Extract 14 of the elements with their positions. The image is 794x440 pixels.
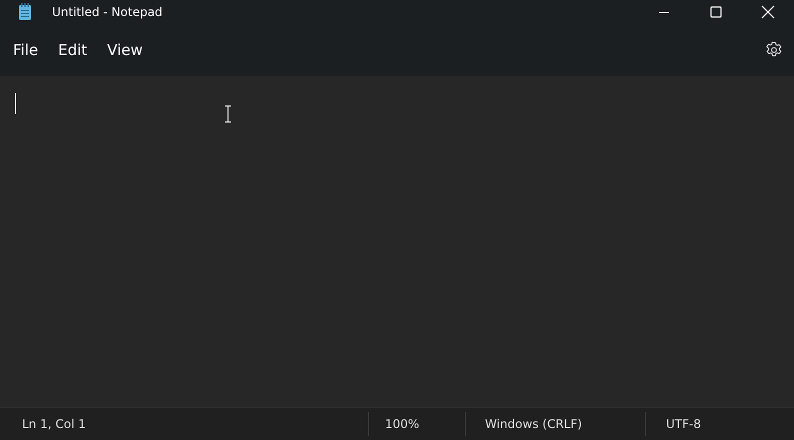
close-icon xyxy=(761,5,775,19)
status-text: Ln 1, Col 1 xyxy=(22,417,86,431)
menu-item[interactable]: Edit xyxy=(49,35,96,65)
menu-item[interactable]: File xyxy=(4,35,48,65)
notepad-icon xyxy=(18,3,32,21)
window-title: Untitled - Notepad xyxy=(52,5,162,19)
maximize-icon xyxy=(710,6,722,18)
status-text: UTF-8 xyxy=(666,417,701,431)
settings-icon xyxy=(765,41,783,59)
i-beam-cursor-icon xyxy=(224,105,232,123)
status-text: 100% xyxy=(385,417,420,431)
status-text: Windows (CRLF) xyxy=(485,417,582,431)
text-caret xyxy=(15,93,16,114)
menu-item[interactable]: View xyxy=(98,35,152,65)
